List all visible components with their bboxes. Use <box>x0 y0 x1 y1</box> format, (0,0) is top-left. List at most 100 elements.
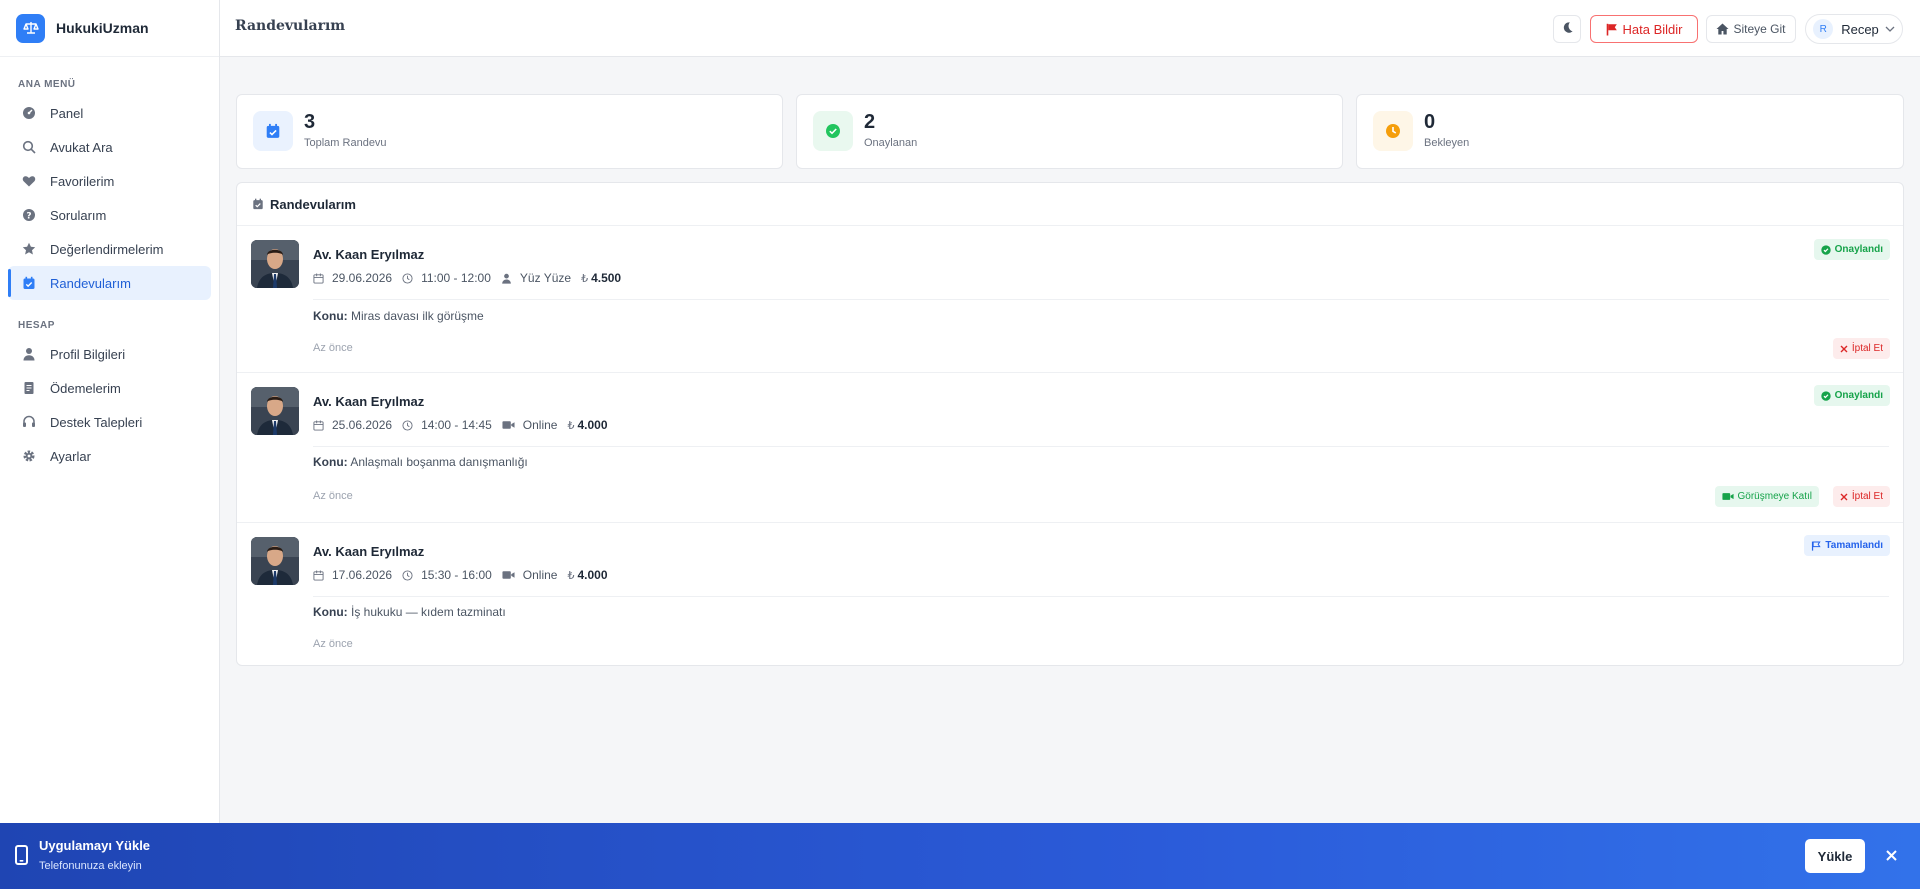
nav-section-main: ANA MENÜ <box>18 79 76 90</box>
svg-text:?: ? <box>26 211 31 221</box>
appointment-time: 14:00 - 14:45 <box>402 418 492 432</box>
mode-text: Yüz Yüze <box>519 271 572 285</box>
appointments-card-title: Randevularım <box>270 196 356 212</box>
mode-text: Online <box>522 568 558 582</box>
main-nav: Panel Avukat Ara Favorilerim ? Sorularım… <box>0 96 219 300</box>
appointment-meta: 17.06.2026 15:30 - 16:00 Online ₺ 4.000 <box>313 568 618 582</box>
sidebar-item-favorilerim[interactable]: Favorilerim <box>8 164 211 198</box>
sidebar-item-destek-talepleri[interactable]: Destek Talepleri <box>8 405 211 439</box>
status-badge: Onaylandı <box>1813 385 1890 406</box>
lawyer-avatar[interactable] <box>251 240 299 288</box>
stat-label: Onaylanan <box>864 137 918 149</box>
scale-icon <box>16 13 45 43</box>
brand[interactable]: HukukiUzman <box>0 0 219 57</box>
video-icon <box>502 420 519 430</box>
sidebar-item-sorularim[interactable]: ? Sorularım <box>8 198 211 232</box>
join-label: Görüşmeye Katıl <box>1737 491 1812 502</box>
date-text: 25.06.2026 <box>332 418 393 432</box>
topic-text: Anlaşmalı boşanma danışmanlığı <box>350 455 528 469</box>
lawyer-name: Av. Kaan Eryılmaz <box>313 544 425 559</box>
star-icon <box>22 242 36 256</box>
clock-icon <box>1373 111 1413 151</box>
user-menu[interactable]: R Recep <box>1805 14 1903 44</box>
divider <box>313 446 1889 447</box>
dark-mode-toggle[interactable] <box>1553 15 1581 43</box>
sidebar-item-degerlendirmelerim[interactable]: Değerlendirmelerim <box>8 232 211 266</box>
video-icon <box>1721 492 1738 501</box>
appointment-created: Az önce <box>313 342 353 354</box>
divider <box>313 596 1889 597</box>
lawyer-avatar[interactable] <box>251 387 299 435</box>
appointment-topic: Konu: İş hukuku — kıdem tazminatı <box>313 605 506 619</box>
install-button[interactable]: Yükle <box>1805 839 1865 873</box>
cancel-button[interactable]: İptal Et <box>1832 486 1890 507</box>
time-text: 11:00 - 12:00 <box>421 271 491 285</box>
report-bug-label: Hata Bildir <box>1622 21 1683 37</box>
appointment-time: 11:00 - 12:00 <box>402 271 491 285</box>
calendar-icon <box>313 569 328 581</box>
check-circle-icon <box>813 111 853 151</box>
sidebar-item-avukat-ara[interactable]: Avukat Ara <box>8 130 211 164</box>
sidebar-item-randevularim[interactable]: Randevularım <box>8 266 211 300</box>
appointments-card-header: Randevularım <box>237 183 1903 226</box>
home-icon <box>1716 23 1729 35</box>
top-header: Randevularım Hata Bildir Siteye Git R Re… <box>220 0 1920 57</box>
calendar-icon <box>313 272 328 284</box>
sidebar-item-label: Sorularım <box>50 207 107 223</box>
appointments-card: Randevularım Av. Kaan Eryılmaz 29.06.202… <box>236 182 1904 666</box>
sidebar-item-label: Favorilerim <box>50 173 115 189</box>
moon-icon <box>1561 21 1574 37</box>
lawyer-avatar[interactable] <box>251 537 299 585</box>
account-nav: Profil Bilgileri Ödemelerim Destek Talep… <box>0 337 219 473</box>
price-text: 4.000 <box>577 418 608 432</box>
lawyer-name: Av. Kaan Eryılmaz <box>313 394 425 409</box>
stat-value: 3 <box>304 111 316 133</box>
user-name: Recep <box>1841 21 1879 37</box>
join-meeting-button[interactable]: Görüşmeye Katıl <box>1714 486 1819 507</box>
sidebar-item-label: Avukat Ara <box>50 139 113 155</box>
stat-value: 0 <box>1424 111 1436 133</box>
chevron-down-icon <box>1885 26 1895 32</box>
appointment-created: Az önce <box>313 490 353 502</box>
appointment-mode: Yüz Yüze <box>501 271 571 285</box>
close-icon <box>1840 493 1852 501</box>
sidebar-item-label: Profil Bilgileri <box>50 346 126 362</box>
dashboard-icon <box>22 106 36 120</box>
sidebar-item-profil-bilgileri[interactable]: Profil Bilgileri <box>8 337 211 371</box>
install-title: Uygulamayı Yükle <box>39 838 151 853</box>
appointment-price: ₺ 4.000 <box>567 418 607 432</box>
topic-text: İş hukuku — kıdem tazminatı <box>351 605 506 619</box>
clock-icon <box>402 419 417 431</box>
topic-label: Konu: <box>313 605 348 619</box>
appointment-mode: Online <box>502 418 557 432</box>
appointment-item: Av. Kaan Eryılmaz 17.06.2026 15:30 - 16:… <box>237 523 1903 665</box>
gear-icon <box>22 449 36 463</box>
sidebar-item-label: Ödemelerim <box>50 380 121 396</box>
status-text: Onaylandı <box>1834 244 1883 255</box>
stat-card-approved: 2 Onaylanan <box>796 94 1343 169</box>
sidebar-item-ayarlar[interactable]: Ayarlar <box>8 439 211 473</box>
cancel-button[interactable]: İptal Et <box>1832 338 1890 359</box>
close-icon[interactable] <box>1881 845 1901 865</box>
sidebar-item-panel[interactable]: Panel <box>8 96 211 130</box>
appointment-item: Av. Kaan Eryılmaz 29.06.2026 11:00 - 12:… <box>237 226 1903 373</box>
report-bug-button[interactable]: Hata Bildir <box>1590 15 1698 43</box>
stat-card-pending: 0 Bekleyen <box>1356 94 1904 169</box>
check-circle-icon <box>1820 244 1835 255</box>
appointment-topic: Konu: Miras davası ilk görüşme <box>313 309 484 323</box>
date-text: 17.06.2026 <box>332 568 393 582</box>
sidebar-item-label: Değerlendirmelerim <box>50 241 164 257</box>
time-text: 15:30 - 16:00 <box>421 568 492 582</box>
sidebar-item-odemelerim[interactable]: Ödemelerim <box>8 371 211 405</box>
topic-label: Konu: <box>313 455 348 469</box>
lira-icon: ₺ <box>581 272 589 285</box>
phone-icon <box>15 845 28 865</box>
sidebar: HukukiUzman ANA MENÜ Panel Avukat Ara Fa… <box>0 0 220 889</box>
flag-icon <box>1606 23 1618 36</box>
stat-label: Bekleyen <box>1424 137 1470 149</box>
go-site-button[interactable]: Siteye Git <box>1706 15 1796 43</box>
price-text: 4.000 <box>577 568 608 582</box>
sidebar-item-label: Destek Talepleri <box>50 414 143 430</box>
sidebar-item-label: Randevularım <box>50 275 131 291</box>
topic-label: Konu: <box>313 309 348 323</box>
